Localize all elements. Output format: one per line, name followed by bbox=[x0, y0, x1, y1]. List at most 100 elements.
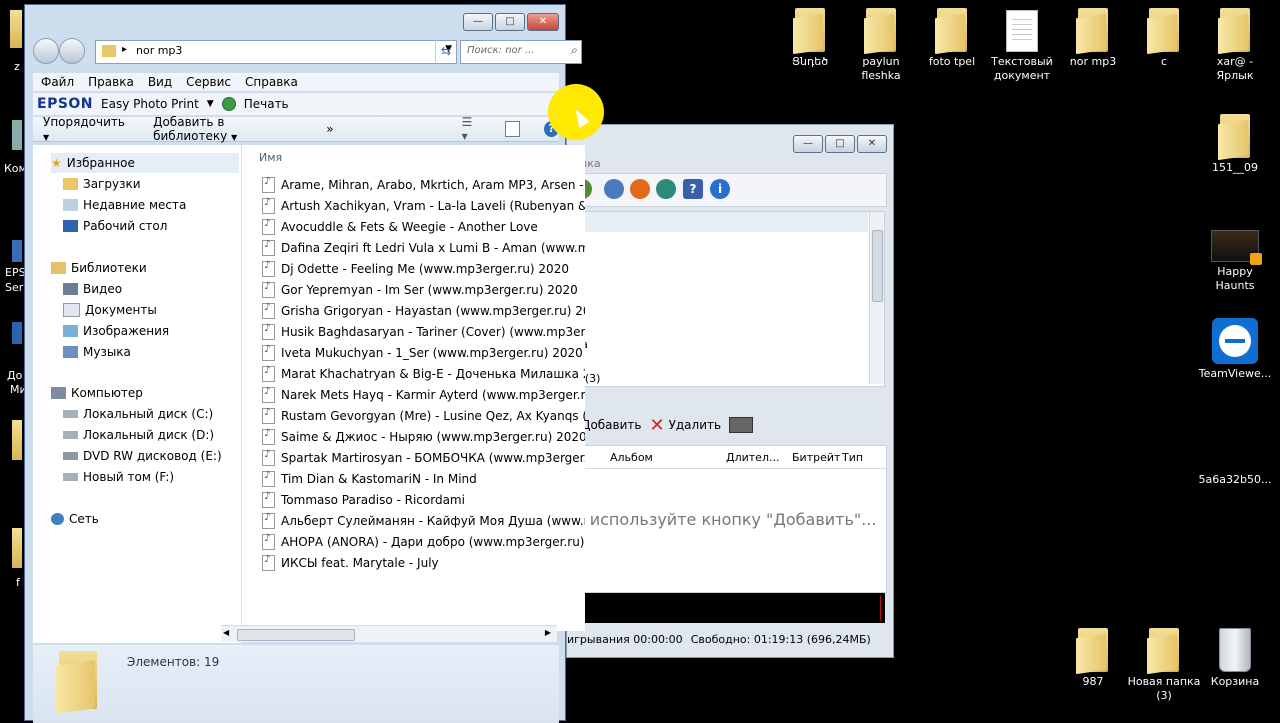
back-button[interactable] bbox=[33, 38, 59, 64]
desktop-icon-shortcut[interactable]: xar@ - Ярлык bbox=[1198, 8, 1272, 83]
preview-pane-icon[interactable] bbox=[504, 121, 520, 137]
epson-app-button[interactable]: Easy Photo Print bbox=[101, 97, 199, 111]
organize-button[interactable]: Упорядочить ▼ bbox=[43, 115, 129, 143]
chevron-down-icon[interactable]: ▼ bbox=[207, 99, 214, 109]
file-row[interactable]: Dafina Zeqiri ft Ledri Vula x Lumi B - A… bbox=[262, 238, 585, 258]
file-row[interactable]: ИКСЫ feat. Marytale - July bbox=[262, 553, 439, 573]
minimize-button[interactable]: — bbox=[463, 13, 493, 31]
left-edge-icon-fragment[interactable] bbox=[12, 322, 22, 344]
search-icon[interactable]: ⌕ bbox=[570, 43, 577, 58]
burn-icon[interactable] bbox=[630, 179, 650, 199]
left-edge-icon-fragment[interactable] bbox=[12, 528, 22, 568]
column-header-album[interactable]: Альбом bbox=[610, 451, 653, 464]
minimize-button[interactable]: — bbox=[793, 135, 823, 153]
left-edge-icon-fragment[interactable] bbox=[12, 120, 22, 150]
nav-recent[interactable]: Недавние места bbox=[63, 195, 186, 215]
file-row[interactable]: Альберт Сулейманян - Кайфуй Моя Душа (ww… bbox=[262, 511, 585, 531]
nav-disk-d[interactable]: Локальный диск (D:) bbox=[63, 425, 214, 445]
desktop-icon-document[interactable]: Текстовый документ bbox=[985, 10, 1059, 83]
menu-item-tools[interactable]: Сервис bbox=[186, 75, 231, 89]
file-row[interactable]: Iveta Mukuchyan - 1_Ser (www.mp3erger.ru… bbox=[262, 343, 583, 363]
search-input[interactable]: Поиск: nor ... bbox=[467, 45, 535, 56]
desktop-icon-folder[interactable]: c bbox=[1127, 8, 1201, 69]
column-header-name[interactable]: Имя bbox=[259, 151, 282, 164]
desktop-icon-video[interactable]: Happy Haunts bbox=[1198, 230, 1272, 293]
print-button[interactable]: Печать bbox=[244, 97, 289, 111]
nav-downloads[interactable]: Загрузки bbox=[63, 174, 141, 194]
nav-video[interactable]: Видео bbox=[63, 279, 122, 299]
file-row[interactable]: Arame, Mihran, Arabo, Mkrtich, Aram MP3,… bbox=[262, 175, 585, 195]
file-row[interactable]: Husik Baghdasaryan - Tariner (Cover) (ww… bbox=[262, 322, 585, 342]
nav-desktop[interactable]: Рабочий стол bbox=[63, 216, 167, 236]
nav-network[interactable]: Сеть bbox=[51, 509, 99, 529]
settings-gear-icon[interactable] bbox=[604, 179, 624, 199]
desktop-icon-folder[interactable]: 987 bbox=[1056, 628, 1130, 689]
desktop-icon-teamviewer[interactable]: TeamViewe... bbox=[1198, 318, 1272, 381]
address-path[interactable]: nor mp3 bbox=[136, 44, 182, 57]
file-row[interactable]: АНОРА (ANORA) - Дари добро (www.mp3erger… bbox=[262, 532, 585, 552]
scroll-left-icon[interactable]: ◀ bbox=[223, 628, 229, 637]
desktop-icon-folder[interactable]: Ցնդեծ bbox=[773, 8, 847, 69]
nav-music[interactable]: Музыка bbox=[63, 342, 131, 362]
info-icon[interactable]: i bbox=[710, 179, 730, 199]
maximize-button[interactable]: □ bbox=[825, 135, 855, 153]
desktop-icon-folder[interactable]: nor mp3 bbox=[1056, 8, 1130, 69]
maximize-button[interactable]: □ bbox=[495, 13, 525, 31]
desktop-icon-folder[interactable]: paylun fleshka bbox=[844, 8, 918, 83]
address-bar[interactable]: ▸ nor mp3 ▼ bbox=[95, 40, 457, 64]
close-button[interactable]: ✕ bbox=[527, 13, 559, 31]
vertical-scrollbar[interactable] bbox=[869, 212, 884, 384]
file-row[interactable]: Saime & Джиос - Ныряю (www.mp3erger.ru) … bbox=[262, 427, 585, 447]
scroll-right-icon[interactable]: ▶ bbox=[545, 628, 551, 637]
forward-button[interactable] bbox=[59, 38, 85, 64]
horizontal-scrollbar[interactable]: ◀ ▶ bbox=[221, 625, 557, 642]
media-progress-bar[interactable] bbox=[567, 593, 885, 623]
file-row[interactable]: Marat Khachatryan & Big-E - Доченька Мил… bbox=[262, 364, 585, 384]
left-edge-icon-fragment[interactable] bbox=[12, 240, 22, 262]
column-header-bitrate[interactable]: Битрейт bbox=[792, 451, 840, 464]
menu-item-file[interactable]: Файл bbox=[41, 75, 74, 89]
desktop-icon-recycle-bin[interactable]: Корзина bbox=[1198, 628, 1272, 689]
desktop-icon-folder[interactable]: 151__09 bbox=[1198, 114, 1272, 175]
file-row[interactable]: Tim Dian & KastomariN - In Mind bbox=[262, 469, 477, 489]
nav-libraries[interactable]: Библиотеки bbox=[51, 258, 147, 278]
desktop-icon-folder[interactable]: foto tpel bbox=[915, 8, 989, 69]
globe-icon[interactable] bbox=[656, 179, 676, 199]
nav-dvd[interactable]: DVD RW дисковод (E:) bbox=[63, 446, 222, 466]
file-row[interactable]: Narek Mets Hayq - Karmir Ayterd (www.mp3… bbox=[262, 385, 585, 405]
nav-documents[interactable]: Документы bbox=[63, 300, 157, 320]
menu-item-view[interactable]: Вид bbox=[148, 75, 172, 89]
scrollbar-thumb[interactable] bbox=[237, 629, 355, 641]
desktop-icon-folder[interactable]: Новая папка (3) bbox=[1127, 628, 1201, 703]
scrollbar-thumb[interactable] bbox=[872, 230, 883, 302]
close-button[interactable]: ✕ bbox=[857, 135, 887, 153]
file-row[interactable]: Tommaso Paradiso - Ricordami bbox=[262, 490, 465, 510]
left-edge-icon-fragment[interactable] bbox=[12, 420, 22, 460]
drive-icon[interactable] bbox=[729, 417, 754, 433]
file-row[interactable]: Rustam Gevorgyan (Mre) - Lusine Qez, Ax … bbox=[262, 406, 585, 426]
file-row[interactable]: Dj Odette - Feeling Me (www.mp3erger.ru)… bbox=[262, 259, 569, 279]
file-row[interactable]: Artush Xachikyan, Vram - La-la Laveli (R… bbox=[262, 196, 585, 216]
column-header-duration[interactable]: Длител... bbox=[726, 451, 779, 464]
column-header-type[interactable]: Тип bbox=[842, 451, 863, 464]
nav-computer[interactable]: Компьютер bbox=[51, 383, 143, 403]
file-row[interactable]: Gor Yepremyan - Im Ser (www.mp3erger.ru)… bbox=[262, 280, 578, 300]
nav-disk-c[interactable]: Локальный диск (C:) bbox=[63, 404, 213, 424]
left-edge-icon-fragment[interactable] bbox=[10, 10, 22, 48]
nav-images[interactable]: Изображения bbox=[63, 321, 169, 341]
view-options-icon[interactable]: ☰ ▾ bbox=[462, 115, 481, 143]
menu-item-edit[interactable]: Правка bbox=[88, 75, 134, 89]
refresh-button[interactable]: ⇆ bbox=[435, 40, 456, 62]
file-row[interactable]: Spartak Martirosyan - БОМБОЧКА (www.mp3e… bbox=[262, 448, 585, 468]
tree-selected-row[interactable] bbox=[568, 212, 868, 232]
desktop-icon-file[interactable]: 5a6a32b50... bbox=[1198, 473, 1272, 487]
menu-item-help[interactable]: Справка bbox=[245, 75, 298, 89]
file-row[interactable]: Grisha Grigoryan - Hayastan (www.mp3erge… bbox=[262, 301, 585, 321]
more-commands-button[interactable]: » bbox=[326, 122, 333, 136]
add-to-library-button[interactable]: Добавить в библиотеку ▼ bbox=[153, 115, 302, 143]
file-row[interactable]: Avocuddle & Fets & Weegie - Another Love bbox=[262, 217, 538, 237]
delete-button[interactable]: ✕ Удалить bbox=[649, 415, 721, 436]
nav-favorites[interactable]: ★ Избранное bbox=[51, 153, 239, 173]
breadcrumb-arrow-icon[interactable]: ▸ bbox=[122, 44, 127, 55]
help-icon[interactable]: ? bbox=[683, 179, 703, 199]
